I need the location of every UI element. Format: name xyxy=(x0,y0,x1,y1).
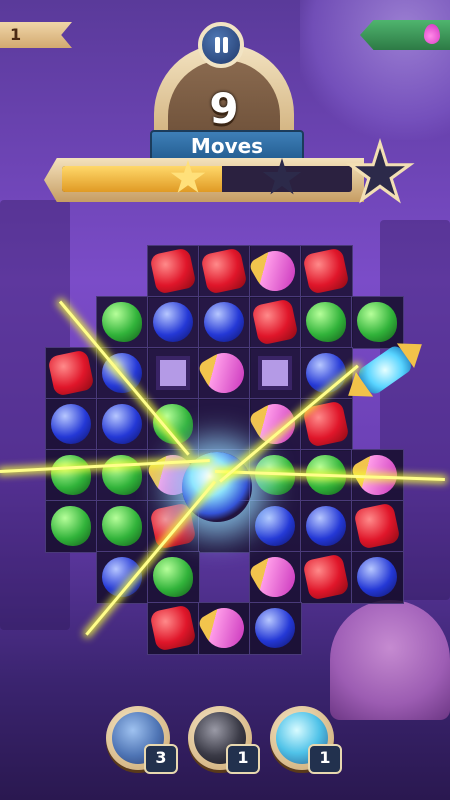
potion-drop-icon xyxy=(424,24,440,44)
green-gem[interactable] xyxy=(51,455,91,495)
hammer-booster-count: 3 xyxy=(144,744,178,774)
board-cell[interactable] xyxy=(196,345,252,401)
green-gem[interactable] xyxy=(102,302,142,342)
board-cell[interactable] xyxy=(196,600,252,656)
potion-gem[interactable] xyxy=(196,345,252,401)
blue-gem[interactable] xyxy=(357,557,397,597)
board-cell[interactable] xyxy=(147,347,200,400)
green-gem[interactable] xyxy=(153,557,193,597)
potion-gem[interactable] xyxy=(247,243,303,299)
blocked-tile xyxy=(258,356,292,390)
currency-ribbon[interactable] xyxy=(360,20,450,50)
red-gem[interactable] xyxy=(302,247,350,295)
blocked-tile xyxy=(156,356,190,390)
board-cell[interactable] xyxy=(147,296,200,349)
red-gem[interactable] xyxy=(149,247,197,295)
board-cell[interactable] xyxy=(96,551,149,604)
bomb-booster-count: 1 xyxy=(226,744,260,774)
booster-bar: 3 1 1 xyxy=(0,700,450,800)
board-cell[interactable] xyxy=(198,296,251,349)
blue-gem[interactable] xyxy=(51,404,91,444)
board-cell[interactable] xyxy=(147,602,200,655)
progress-fill xyxy=(62,166,222,192)
progress-track xyxy=(62,166,352,192)
board-cell[interactable] xyxy=(247,549,303,605)
potion-gem[interactable] xyxy=(247,549,303,605)
board-cell[interactable] xyxy=(147,551,200,604)
board-cell[interactable] xyxy=(249,296,302,349)
blue-gem[interactable] xyxy=(255,608,295,648)
board-cell[interactable] xyxy=(96,398,149,451)
board-cell[interactable] xyxy=(351,500,404,553)
level-ribbon: 1 xyxy=(0,22,72,48)
board-cell[interactable] xyxy=(249,602,302,655)
green-gem[interactable] xyxy=(306,302,346,342)
green-gem[interactable] xyxy=(51,506,91,546)
board-cell[interactable] xyxy=(96,449,149,502)
board-cell[interactable] xyxy=(45,398,98,451)
board-cell[interactable] xyxy=(198,398,251,451)
board-cell[interactable] xyxy=(247,396,303,452)
red-gem[interactable] xyxy=(353,502,401,550)
potion-gem[interactable] xyxy=(247,396,303,452)
green-gem[interactable] xyxy=(102,455,142,495)
board-cell[interactable] xyxy=(249,500,302,553)
board-cell[interactable] xyxy=(96,500,149,553)
red-gem[interactable] xyxy=(200,247,248,295)
red-gem[interactable] xyxy=(47,349,95,397)
board-cell[interactable] xyxy=(198,245,251,298)
red-gem[interactable] xyxy=(302,553,350,601)
red-gem[interactable] xyxy=(149,604,197,652)
moves-count: 9 xyxy=(209,84,239,133)
hammer-booster-button[interactable]: 3 xyxy=(106,706,178,774)
rocket-booster-button[interactable]: 1 xyxy=(270,706,342,774)
bomb-booster-button[interactable]: 1 xyxy=(188,706,260,774)
board-cell[interactable] xyxy=(45,500,98,553)
level-ribbon-value: 1 xyxy=(10,25,22,44)
board-cell[interactable] xyxy=(351,551,404,604)
blue-gem[interactable] xyxy=(306,506,346,546)
board-cell[interactable] xyxy=(147,245,200,298)
board-cell[interactable] xyxy=(249,347,302,400)
rocket-booster-count: 1 xyxy=(308,744,342,774)
blue-gem[interactable] xyxy=(204,302,244,342)
board-cell[interactable] xyxy=(45,347,98,400)
pause-button[interactable] xyxy=(198,22,244,68)
potion-gem[interactable] xyxy=(196,600,252,656)
board-cell[interactable] xyxy=(300,245,353,298)
board-cell[interactable] xyxy=(45,449,98,502)
board-cell[interactable] xyxy=(147,398,200,451)
board-cell[interactable] xyxy=(300,296,353,349)
blue-gem[interactable] xyxy=(153,302,193,342)
board-cell[interactable] xyxy=(300,551,353,604)
board-cell[interactable] xyxy=(247,243,303,299)
blue-gem[interactable] xyxy=(255,506,295,546)
red-gem[interactable] xyxy=(251,298,299,346)
board-cell[interactable] xyxy=(300,500,353,553)
blue-gem[interactable] xyxy=(102,404,142,444)
board-cell[interactable] xyxy=(96,296,149,349)
green-gem[interactable] xyxy=(102,506,142,546)
